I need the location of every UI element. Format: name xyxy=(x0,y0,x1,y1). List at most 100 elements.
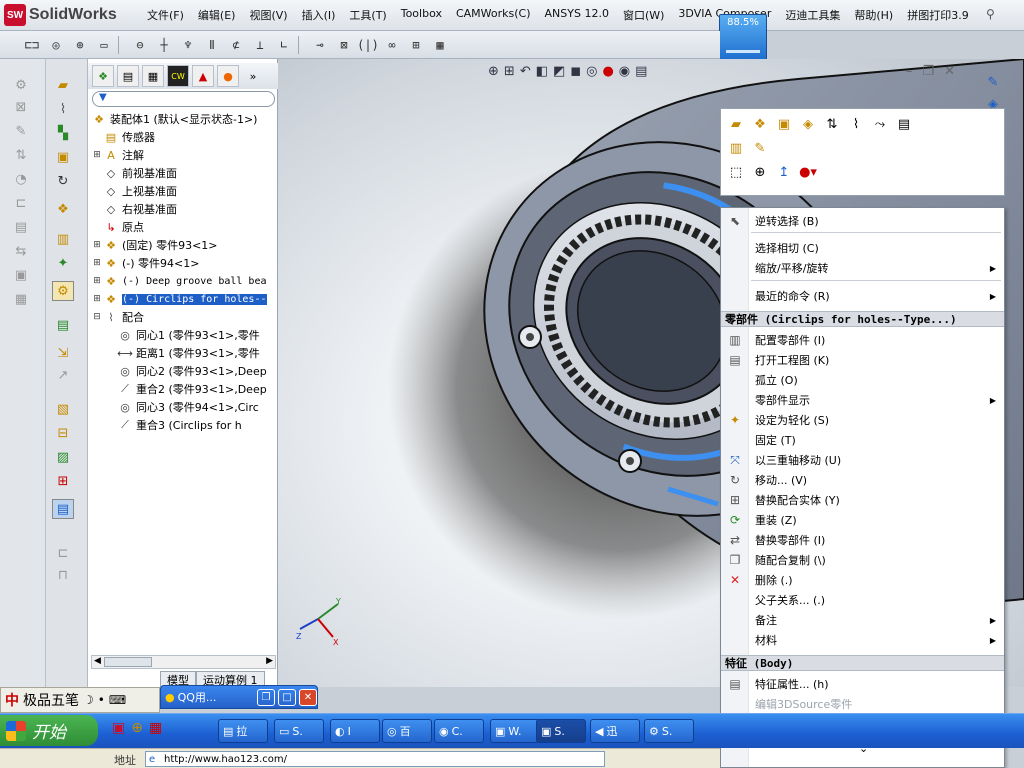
restore-icon[interactable]: ❐ xyxy=(923,64,935,79)
mate-icon[interactable]: ⌇ xyxy=(52,99,74,119)
menu-item[interactable]: 工具(T) xyxy=(342,7,393,23)
ime-moon-icon[interactable]: ☽ xyxy=(83,693,94,707)
mate-icon[interactable]: ⌇ xyxy=(847,115,865,133)
start-button[interactable]: 开始 xyxy=(0,715,98,746)
toolbar-item-icon[interactable]: ⊖ xyxy=(130,36,150,54)
context-menu-item[interactable]: 选择相切 (C) xyxy=(721,238,1004,258)
move-with-triad-icon[interactable]: ⇅ xyxy=(823,115,841,133)
context-menu-item[interactable]: ✦ 设定为轻化 (S) xyxy=(721,410,1004,430)
context-menu-item[interactable]: ⟳ 重装 (Z) xyxy=(721,510,1004,530)
context-menu-item[interactable]: ⤧ 以三重轴移动 (U) xyxy=(721,450,1004,470)
view-orientation-icon[interactable]: ◩ xyxy=(553,64,565,79)
taskbar-button[interactable]: ▭ S. xyxy=(274,719,324,743)
show-hidden-icon[interactable]: ❖ xyxy=(52,199,74,219)
smart-mate-icon[interactable]: ⤳ xyxy=(871,115,889,133)
clearance-icon[interactable]: ⊟ xyxy=(52,423,74,443)
context-menu-item[interactable]: 零部件显示 ▶ xyxy=(721,390,1004,410)
smart-fastener-icon[interactable]: ▣ xyxy=(52,147,74,167)
toolbar-item-icon[interactable]: ⊏⊐ xyxy=(22,36,42,54)
tree-row[interactable]: ⊞ ❖ (-) Circlips for holes-- xyxy=(91,290,267,308)
tree-row[interactable]: ◎ 同心1 (零件93<1>,零件 xyxy=(105,326,260,344)
assembly-visualization-icon[interactable]: ⊞ xyxy=(52,471,74,491)
tree-row[interactable]: ⊞ ❖ (-) 零件94<1> xyxy=(91,254,199,272)
display-style-icon[interactable]: ◼ xyxy=(570,64,581,79)
component-properties-icon[interactable]: ▤ xyxy=(895,115,913,133)
expand-icon[interactable]: ⊞ xyxy=(91,276,103,286)
context-menu-item[interactable]: 材料 ▶ xyxy=(721,630,1004,650)
qq-window-bar[interactable]: ● QQ用... ❐ □ ✕ xyxy=(160,685,318,709)
toolbar-item-icon[interactable]: ⊄ xyxy=(226,36,246,54)
menu-item[interactable]: 迈迪工具集 xyxy=(778,7,847,23)
taskbar-button[interactable]: ◀ 迅 xyxy=(590,719,640,743)
toolbar-item-icon[interactable]: ▭ xyxy=(94,36,114,54)
zoom-to-area-icon[interactable]: ⊞ xyxy=(504,64,515,79)
taskbar-button[interactable]: ◉ C. xyxy=(434,719,484,743)
toolbar-item-icon[interactable]: ⊞ xyxy=(406,36,426,54)
tree-row[interactable]: ▤ 传感器 xyxy=(91,128,155,146)
toolbar-item-icon[interactable]: Ⅱ xyxy=(202,36,222,54)
context-menu-item[interactable]: 缩放/平移/旋转 ▶ xyxy=(721,258,1004,278)
expand-icon[interactable]: ⊞ xyxy=(91,240,103,250)
section-view-icon[interactable]: ◧ xyxy=(536,64,548,79)
view-settings-icon[interactable]: ▤ xyxy=(635,64,647,79)
context-menu-item[interactable]: ▤ 打开工程图 (K) xyxy=(721,350,1004,370)
menu-item[interactable]: 编辑(E) xyxy=(191,7,243,23)
zoom-to-fit-icon[interactable]: ⊕ xyxy=(488,64,499,79)
open-part-icon[interactable]: ▰ xyxy=(727,115,745,133)
menu-item[interactable]: Toolbox xyxy=(394,7,449,23)
tab-configurationmanager[interactable]: ▦ xyxy=(142,65,164,87)
context-menu-item[interactable]: 固定 (T) xyxy=(721,430,1004,450)
tree-row[interactable]: ↳ 原点 xyxy=(91,218,144,236)
context-menu-item[interactable]: 孤立 (O) xyxy=(721,370,1004,390)
context-menu-item[interactable]: ✕ 删除 (.) xyxy=(721,570,1004,590)
toolbar-item-icon[interactable]: ◎ xyxy=(46,36,66,54)
toolbar-item-icon[interactable]: ∟ xyxy=(274,36,294,54)
minimize-icon[interactable]: – xyxy=(906,64,913,79)
configure-component-icon[interactable]: ▥ xyxy=(727,139,745,157)
exploded-view-icon[interactable]: ⇲ xyxy=(52,343,74,363)
menu-item[interactable]: CAMWorks(C) xyxy=(449,7,538,23)
toolbar-item-icon[interactable]: ⊕ xyxy=(70,36,90,54)
quick-launch-icon[interactable]: ⊕ xyxy=(131,720,143,736)
tree-filter-input[interactable]: ▼ xyxy=(92,91,275,107)
tabs-more-chevron-icon[interactable]: » xyxy=(242,65,264,87)
quick-launch-icon[interactable]: ▦ xyxy=(149,720,162,736)
context-menu-item[interactable]: ↻ 移动... (V) xyxy=(721,470,1004,490)
qq-restore-icon[interactable]: ❐ xyxy=(257,688,275,706)
menu-item[interactable]: 视图(V) xyxy=(242,7,294,23)
ime-toolbar[interactable]: 中 极品五笔 ☽ • ⌨ xyxy=(0,687,160,713)
context-menu-item[interactable]: 最近的命令 (R) ▶ xyxy=(721,286,1004,306)
taskbar-button[interactable]: ▣ W. xyxy=(490,719,540,743)
expand-icon[interactable]: ⊞ xyxy=(91,150,103,160)
pin-icon[interactable]: ⚲ xyxy=(986,7,1002,23)
interference-icon[interactable]: ▧ xyxy=(52,399,74,419)
tab-dimxpert[interactable]: ▲ xyxy=(192,65,214,87)
toolbar-item-icon[interactable]: ┼ xyxy=(154,36,174,54)
qq-close-icon[interactable]: ✕ xyxy=(299,688,317,706)
previous-view-icon[interactable]: ↶ xyxy=(520,64,531,79)
context-menu-item[interactable]: ⇄ 替换零部件 (I) xyxy=(721,530,1004,550)
tree-row[interactable]: ◎ 同心3 (零件94<1>,Circ xyxy=(105,398,259,416)
change-transparency-icon[interactable]: ◈ xyxy=(799,115,817,133)
context-menu-item[interactable]: ⬉ 逆转选择 (B) xyxy=(721,211,1004,231)
taskbar-button[interactable]: ▣ S. xyxy=(536,719,586,743)
scroll-thumb[interactable] xyxy=(104,657,152,667)
hide-show-icon[interactable]: ◎ xyxy=(586,64,597,79)
tree-row[interactable]: ◎ 同心2 (零件93<1>,Deep xyxy=(105,362,267,380)
toolbar-item-icon[interactable]: ⊠ xyxy=(334,36,354,54)
taskbar-button[interactable]: ⚙ S. xyxy=(644,719,694,743)
close-icon[interactable]: ✕ xyxy=(944,64,955,79)
ime-keyboard-icon[interactable]: ⌨ xyxy=(109,693,126,707)
address-input[interactable]: e http://www.hao123.com/ xyxy=(145,751,605,767)
toolbar-item-icon[interactable]: ∞ xyxy=(382,36,402,54)
taskbar-button[interactable]: ◎ 百 xyxy=(382,719,432,743)
toolbar-item-icon[interactable]: ⊸ xyxy=(310,36,330,54)
bill-of-materials-icon[interactable]: ▤ xyxy=(52,315,74,335)
menu-item[interactable]: 帮助(H) xyxy=(847,7,900,23)
tree-row[interactable]: ⊞ ❖ (固定) 零件93<1> xyxy=(91,236,217,254)
sketch-icon[interactable]: ✎ xyxy=(982,72,1004,92)
tab-display-manager[interactable]: ● xyxy=(217,65,239,87)
scroll-right-icon[interactable]: ▶ xyxy=(266,656,273,666)
select-tool-icon[interactable]: ⬚ xyxy=(727,163,745,181)
context-menu-item[interactable]: 父子关系... (.) xyxy=(721,590,1004,610)
